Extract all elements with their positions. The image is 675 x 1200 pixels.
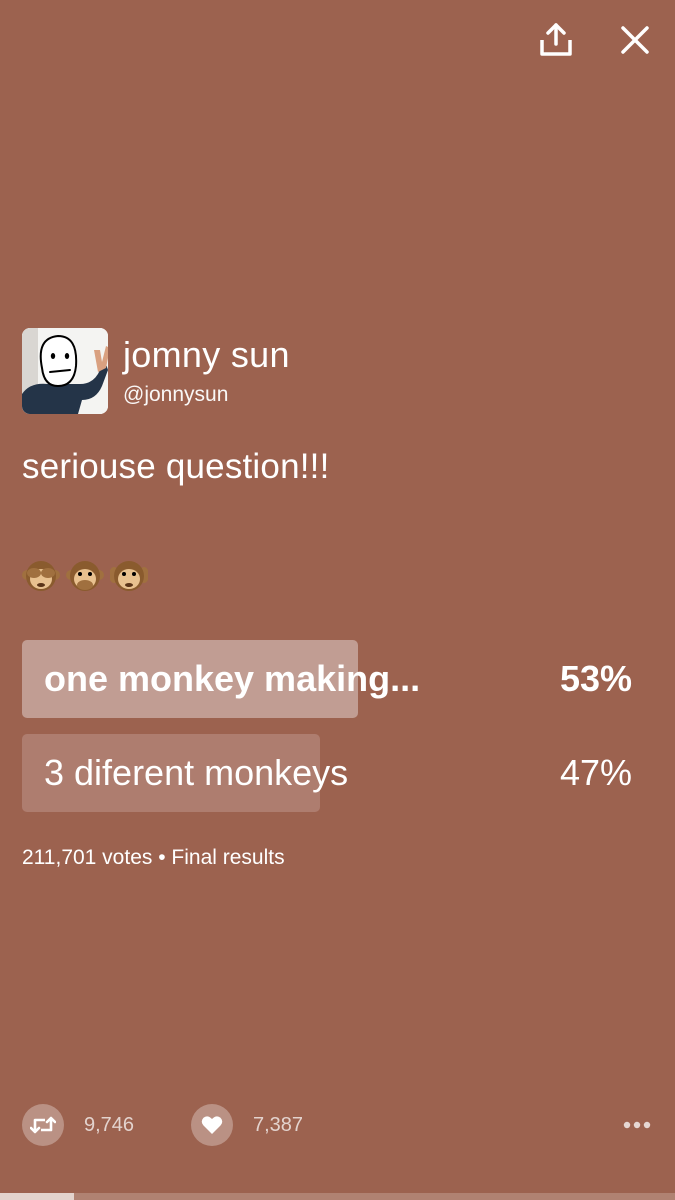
- poll-option-1-label: one monkey making...: [44, 658, 421, 699]
- poll-meta: 211,701 votes • Final results: [22, 846, 285, 869]
- tweet-actions: 9,746 7,387: [22, 1104, 652, 1148]
- close-icon: [621, 26, 649, 54]
- media-progress-bar[interactable]: [0, 1193, 675, 1200]
- heart-icon: [201, 1116, 223, 1134]
- tweet-text: seriouse question!!!: [22, 447, 330, 486]
- retweet-button[interactable]: [22, 1104, 64, 1146]
- profile-photo-icon: [22, 328, 108, 414]
- poll-option-2-percent: 47%: [559, 752, 632, 793]
- like-button[interactable]: [191, 1104, 233, 1146]
- more-button[interactable]: [622, 1112, 652, 1138]
- author-handle[interactable]: @jonnysun: [123, 382, 290, 408]
- close-button[interactable]: [613, 18, 657, 62]
- retweet-count: 9,746: [84, 1114, 135, 1136]
- media-progress-fill: [0, 1193, 74, 1200]
- poll: one monkey making... 53% 3 diferent monk…: [22, 640, 632, 828]
- tweet-author[interactable]: jomny sun @jonnysun: [22, 328, 290, 414]
- share-button[interactable]: [534, 18, 578, 62]
- poll-option-1-percent: 53%: [559, 658, 632, 699]
- hear-no-evil-monkey-icon: [110, 561, 148, 591]
- like-count: 7,387: [253, 1114, 304, 1136]
- poll-option-1[interactable]: one monkey making... 53%: [22, 640, 632, 718]
- more-dots-icon: [623, 1121, 651, 1129]
- avatar[interactable]: [22, 328, 108, 414]
- share-icon: [540, 23, 572, 56]
- retweet-icon: [30, 1116, 56, 1134]
- poll-option-2[interactable]: 3 diferent monkeys 47%: [22, 734, 632, 812]
- emoji-line: [22, 557, 148, 595]
- speak-no-evil-monkey-icon: [66, 561, 104, 591]
- see-no-evil-monkey-icon: [22, 561, 60, 591]
- poll-option-2-label: 3 diferent monkeys: [44, 752, 349, 793]
- author-display-name[interactable]: jomny sun: [123, 334, 290, 376]
